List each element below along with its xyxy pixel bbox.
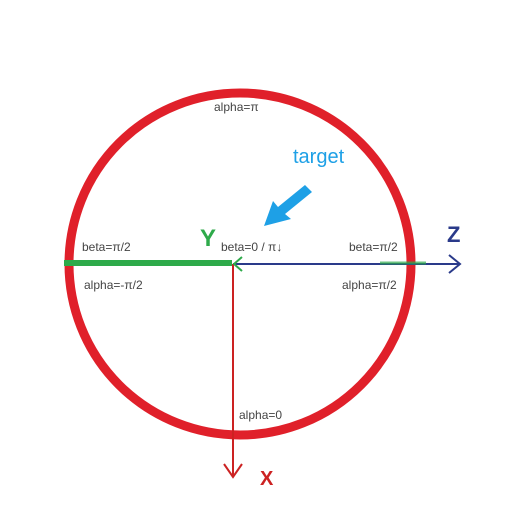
label-alpha-pi: alpha=π	[214, 100, 259, 114]
target-arrow-icon	[264, 185, 312, 226]
axis-label-x: X	[260, 468, 274, 490]
label-beta-center: beta=0 / π↓	[221, 240, 282, 254]
axis-label-y: Y	[200, 225, 216, 252]
coordinate-diagram: alpha=π target beta=π/2 beta=0 / π↓ beta…	[64, 88, 462, 490]
label-alpha-zero: alpha=0	[239, 408, 282, 422]
axis-label-z: Z	[447, 222, 460, 247]
label-alpha-left: alpha=-π/2	[84, 278, 143, 292]
label-target: target	[293, 146, 345, 168]
diagram-canvas: alpha=π target beta=π/2 beta=0 / π↓ beta…	[0, 0, 512, 512]
label-beta-left: beta=π/2	[82, 240, 131, 254]
label-alpha-right: alpha=π/2	[342, 278, 397, 292]
label-beta-right: beta=π/2	[349, 240, 398, 254]
